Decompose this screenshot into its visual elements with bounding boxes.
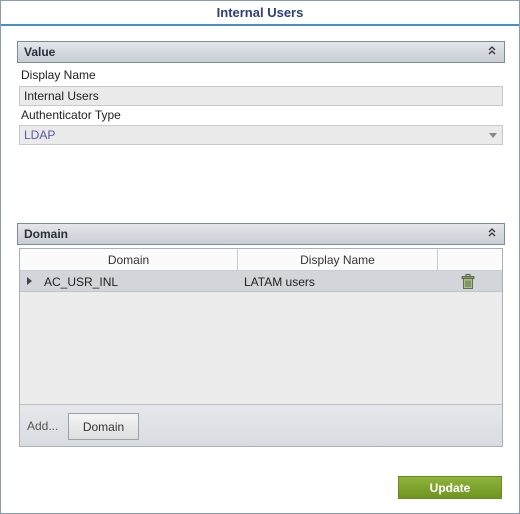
update-button[interactable]: Update	[398, 476, 502, 499]
dropdown-arrow-icon[interactable]	[489, 133, 497, 138]
dialog-window: Internal Users Value Display Name Intern…	[0, 0, 520, 514]
cell-domain: AC_USR_INL	[44, 274, 119, 289]
value-section-header[interactable]: Value	[17, 41, 505, 63]
collapse-domain-icon[interactable]	[486, 227, 498, 241]
authenticator-type-value: LDAP	[24, 128, 56, 142]
add-label: Add...	[27, 419, 59, 433]
column-header-domain[interactable]: Domain	[20, 249, 238, 271]
trash-icon[interactable]	[461, 274, 475, 289]
double-chevron-up-icon	[488, 228, 496, 237]
domain-section-title: Domain	[24, 227, 69, 241]
display-name-value: Internal Users	[24, 89, 99, 103]
domain-grid: Domain Display Name AC_USR_INL LATAM use…	[19, 248, 503, 447]
domain-section-header[interactable]: Domain	[17, 223, 505, 245]
window-title: Internal Users	[216, 5, 304, 20]
table-row[interactable]: AC_USR_INL LATAM users	[20, 271, 502, 292]
column-header-actions	[438, 249, 502, 271]
authenticator-type-label: Authenticator Type	[21, 108, 121, 122]
grid-header: Domain Display Name	[20, 249, 502, 271]
row-expander-icon[interactable]	[27, 277, 32, 285]
display-name-label: Display Name	[21, 68, 96, 82]
column-header-display-name[interactable]: Display Name	[238, 249, 438, 271]
double-chevron-up-icon	[488, 46, 496, 55]
display-name-field[interactable]: Internal Users	[19, 86, 503, 106]
title-bar: Internal Users	[1, 1, 519, 26]
value-section-title: Value	[24, 45, 56, 59]
add-domain-button[interactable]: Domain	[68, 413, 139, 440]
cell-display-name: LATAM users	[244, 274, 315, 289]
authenticator-type-select[interactable]: LDAP	[19, 125, 503, 145]
collapse-value-icon[interactable]	[486, 45, 498, 59]
grid-footer: Add... Domain	[20, 404, 502, 446]
